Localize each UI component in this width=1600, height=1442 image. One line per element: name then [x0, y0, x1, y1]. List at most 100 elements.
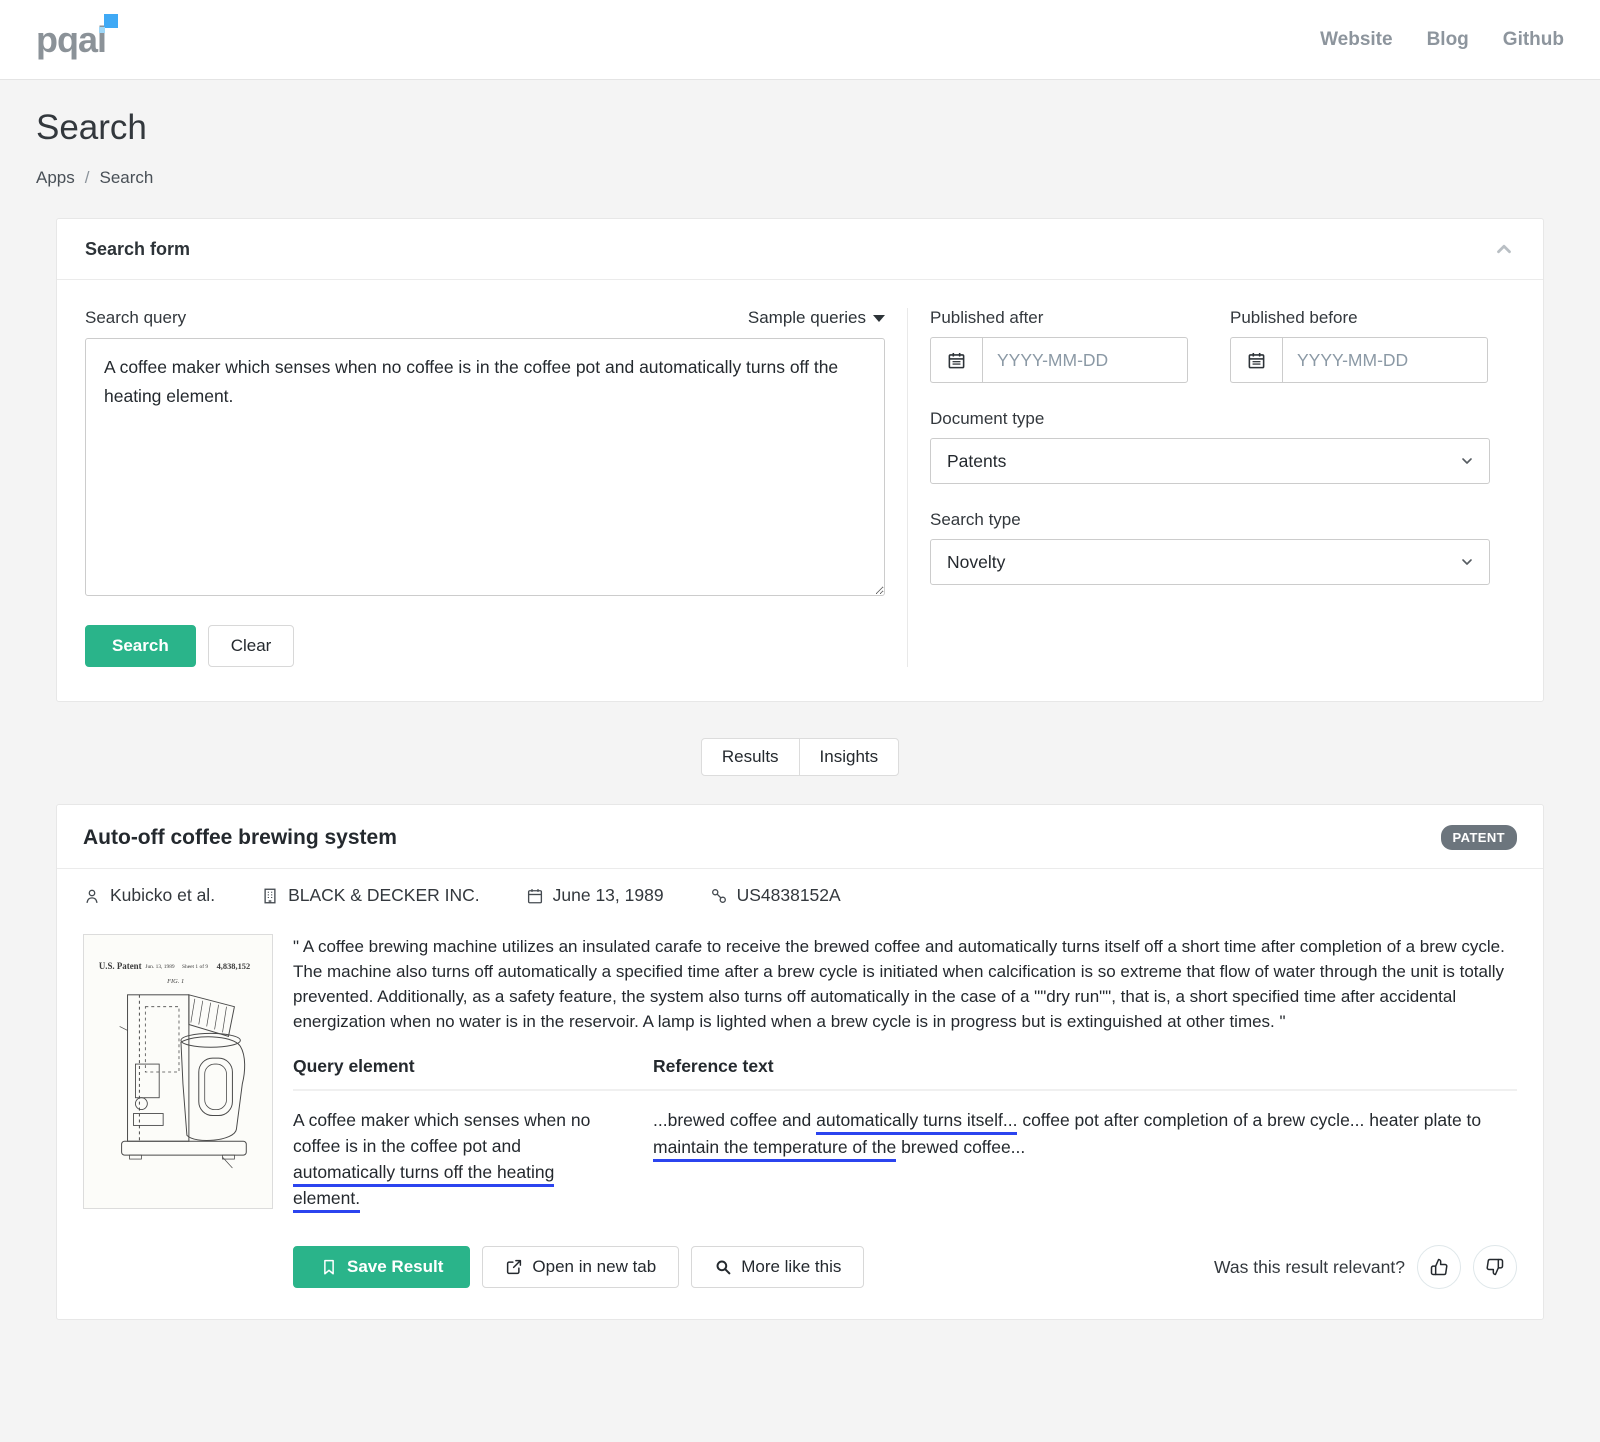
published-before-input[interactable]: [1282, 337, 1488, 383]
calendar-icon: [1230, 337, 1282, 383]
search-form-title: Search form: [85, 238, 191, 259]
result-authors: Kubicko et al.: [83, 885, 215, 906]
query-column: Search query Sample queries A coffee mak…: [85, 308, 885, 667]
reference-text-highlight: automatically turns itself...: [816, 1110, 1018, 1135]
more-like-this-label: More like this: [741, 1257, 842, 1276]
query-element-header: Query element: [293, 1056, 415, 1076]
pqai-logo[interactable]: pqai: [36, 13, 119, 60]
document-type-select[interactable]: Patents: [930, 438, 1490, 484]
top-nav: Website Blog Github: [1320, 29, 1564, 51]
document-type-select-wrap: Patents: [930, 438, 1490, 484]
svg-text:4,838,152: 4,838,152: [217, 962, 251, 971]
relevance-question: Was this result relevant?: [1214, 1256, 1405, 1277]
open-in-new-tab-button[interactable]: Open in new tab: [482, 1246, 680, 1288]
link-icon: [710, 887, 728, 905]
result-body: U.S. Patent Jun. 13, 1989 Sheet 1 of 9 4…: [57, 920, 1543, 1319]
sample-queries-dropdown[interactable]: Sample queries: [748, 308, 885, 328]
breadcrumb-separator: /: [84, 168, 90, 187]
published-before-label: Published before: [1230, 308, 1358, 327]
calendar-icon: [526, 887, 544, 905]
relevance-feedback: Was this result relevant?: [1214, 1245, 1517, 1289]
result-meta-row: Kubicko et al. BLACK & DECKER INC. June …: [57, 869, 1543, 920]
svg-text:Jun. 13, 1989: Jun. 13, 1989: [145, 964, 175, 970]
result-content: " A coffee brewing machine utilizes an i…: [293, 934, 1517, 1319]
result-publication-id[interactable]: US4838152A: [710, 885, 841, 906]
search-query-label: Search query: [85, 308, 187, 327]
tab-insights[interactable]: Insights: [798, 738, 900, 776]
calendar-icon: [930, 337, 982, 383]
external-link-icon: [505, 1258, 523, 1276]
caret-down-icon: [873, 314, 885, 322]
result-assignee-text: BLACK & DECKER INC.: [288, 885, 480, 905]
result-title: Auto-off coffee brewing system: [83, 825, 397, 849]
result-date-text: June 13, 1989: [552, 885, 664, 905]
sample-queries-label: Sample queries: [747, 308, 866, 327]
reference-text-part: coffee pot after completion of a brew cy…: [1017, 1110, 1482, 1130]
breadcrumb-apps[interactable]: Apps: [36, 168, 75, 188]
filters-column: Published after Published before: [930, 308, 1490, 667]
save-result-button[interactable]: Save Result: [293, 1246, 471, 1288]
query-element-cell: A coffee maker which senses when no coff…: [293, 1107, 653, 1213]
thumbs-up-button[interactable]: [1417, 1245, 1461, 1289]
svg-text:U.S. Patent: U.S. Patent: [99, 961, 142, 971]
page-title: Search: [36, 108, 147, 147]
thumbs-up-icon: [1429, 1257, 1449, 1277]
page-head: Search Apps / Search: [0, 80, 1600, 218]
nav-link-website[interactable]: Website: [1320, 29, 1393, 51]
svg-text:Sheet 1 of 9: Sheet 1 of 9: [182, 963, 208, 970]
search-form-header: Search form: [57, 219, 1543, 280]
logo-square-icon: [99, 13, 119, 33]
search-type-label: Search type: [930, 510, 1021, 529]
published-after-label: Published after: [930, 308, 1044, 327]
clear-button[interactable]: Clear: [207, 625, 295, 667]
logo-small-square-icon: [99, 26, 106, 33]
open-in-new-tab-label: Open in new tab: [532, 1257, 657, 1276]
collapse-form-button[interactable]: [1493, 238, 1515, 260]
patent-badge: PATENT: [1440, 825, 1517, 850]
svg-text:FIG. 1: FIG. 1: [166, 978, 184, 985]
form-buttons-row: Search Clear: [85, 625, 885, 667]
published-after-input-group: [930, 337, 1188, 383]
search-query-textarea[interactable]: A coffee maker which senses when no coff…: [85, 338, 885, 596]
breadcrumb-search: Search: [99, 168, 154, 187]
dates-row: Published after Published before: [930, 308, 1490, 383]
reference-text-part: brewed coffee...: [896, 1137, 1026, 1157]
search-form-card: Search form Search query Sample queries …: [56, 218, 1544, 702]
results-insights-tabs: Results Insights: [56, 738, 1544, 776]
bookmark-icon: [320, 1258, 338, 1276]
search-icon: [714, 1258, 732, 1276]
search-type-select[interactable]: Novelty: [930, 539, 1490, 585]
search-type-select-wrap: Novelty: [930, 539, 1490, 585]
building-icon: [261, 887, 279, 905]
mapping-table-row: A coffee maker which senses when no coff…: [293, 1107, 1517, 1213]
person-icon: [83, 887, 101, 905]
result-authors-text: Kubicko et al.: [110, 885, 216, 905]
form-column-divider: [907, 308, 908, 667]
result-publication-id-text: US4838152A: [736, 885, 841, 905]
reference-text-highlight: maintain the temperature of the: [653, 1137, 897, 1162]
query-element-text: A coffee maker which senses when no coff…: [293, 1110, 591, 1156]
result-abstract: " A coffee brewing machine utilizes an i…: [293, 937, 1505, 1031]
mapping-table-divider: [293, 1089, 1517, 1091]
document-type-label: Document type: [930, 409, 1045, 428]
result-header: Auto-off coffee brewing system PATENT: [57, 805, 1543, 869]
query-element-highlight: automatically turns off the heating elem…: [293, 1162, 555, 1213]
mapping-table-header: Query element Reference text: [293, 1056, 1517, 1077]
query-label-row: Search query Sample queries: [85, 308, 885, 328]
main-content: Search form Search query Sample queries …: [0, 218, 1600, 1366]
patent-figure: U.S. Patent Jun. 13, 1989 Sheet 1 of 9 4…: [84, 935, 272, 1208]
search-form-body: Search query Sample queries A coffee mak…: [57, 280, 1543, 701]
tab-results[interactable]: Results: [700, 738, 800, 776]
published-after-input[interactable]: [982, 337, 1188, 383]
nav-link-blog[interactable]: Blog: [1427, 29, 1469, 51]
thumbs-down-icon: [1485, 1257, 1505, 1277]
more-like-this-button[interactable]: More like this: [691, 1246, 865, 1288]
reference-text-part: ...brewed coffee and: [653, 1110, 817, 1130]
search-button[interactable]: Search: [85, 625, 196, 667]
published-before-input-group: [1230, 337, 1488, 383]
thumbs-down-button[interactable]: [1473, 1245, 1517, 1289]
nav-link-github[interactable]: Github: [1503, 29, 1564, 51]
save-result-label: Save Result: [347, 1257, 444, 1276]
published-before-group: Published before: [1230, 308, 1488, 383]
pqai-logo-text: pqai: [36, 18, 107, 60]
